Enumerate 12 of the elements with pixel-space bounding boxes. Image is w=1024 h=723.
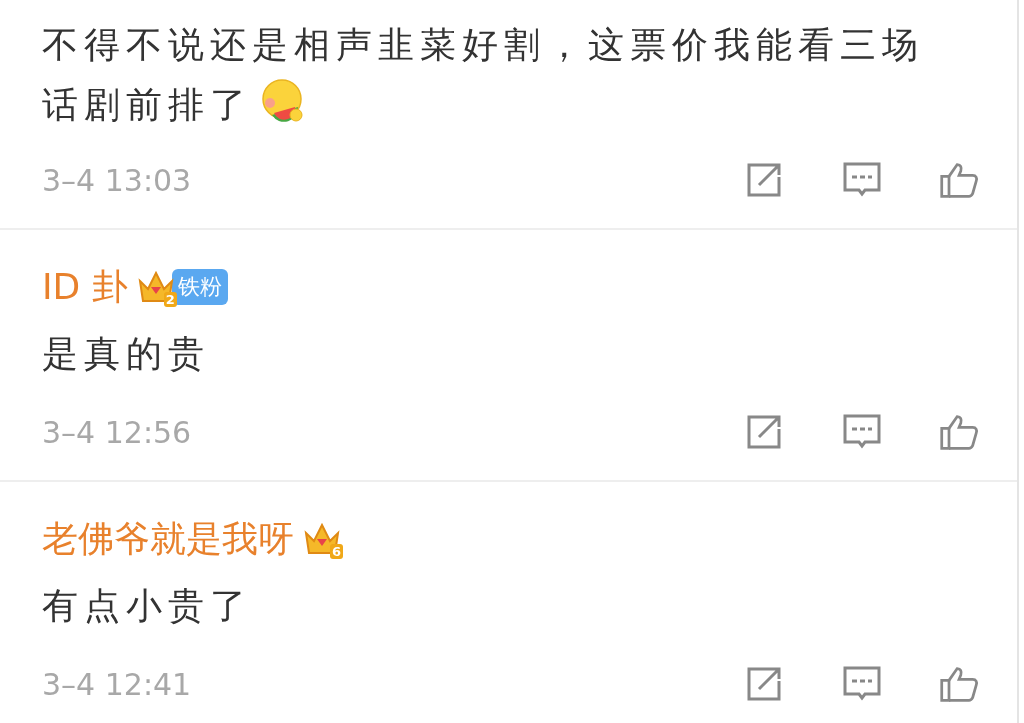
comment-text: 不得不说还是相声韭菜好割，这票价我能看三场话剧前排了 bbox=[42, 23, 925, 127]
comment-time: 3–4 12:56 bbox=[42, 414, 193, 450]
thumbs-up-icon[interactable] bbox=[939, 412, 979, 452]
comment-text: 是真的贵 bbox=[42, 332, 211, 376]
comment-time: 3–4 12:41 bbox=[42, 666, 193, 702]
user-name[interactable]: 老佛爷就是我呀 bbox=[42, 514, 294, 564]
user-name[interactable]: ID 卦 bbox=[42, 262, 128, 312]
comment-text: 有点小贵了 bbox=[42, 584, 253, 628]
level-number: 6 bbox=[329, 544, 343, 559]
comment-time: 3–4 13:03 bbox=[42, 162, 193, 198]
thumbs-up-icon[interactable] bbox=[939, 664, 979, 704]
thumbs-up-icon[interactable] bbox=[939, 160, 979, 200]
